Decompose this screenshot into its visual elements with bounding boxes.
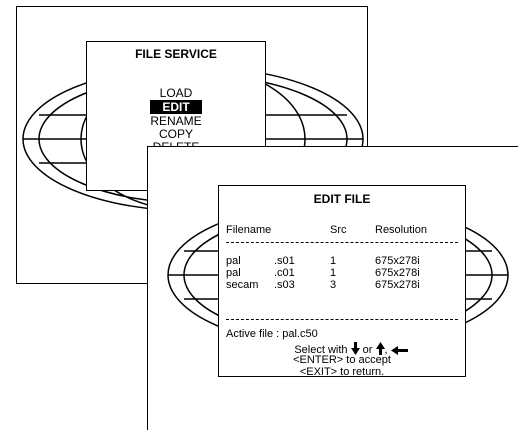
column-header-src: Src (330, 224, 347, 236)
divider (226, 242, 458, 243)
edit-file-title: EDIT FILE (313, 192, 371, 206)
row-src: 3 (330, 279, 337, 291)
menu-item-edit[interactable]: EDIT (87, 100, 265, 114)
enter-hint: <ENTER> to accept (293, 354, 391, 366)
file-service-title: FILE SERVICE (135, 47, 217, 61)
edit-file-dialog: EDIT FILE Filename Src Resolution pal .s… (218, 185, 466, 378)
divider (226, 319, 458, 320)
row-filename: secam (226, 279, 259, 291)
row-resolution: 675x278i (375, 267, 420, 279)
edit-file-screen: EDIT FILE Filename Src Resolution pal .s… (147, 146, 518, 430)
row-filename: pal (226, 255, 241, 267)
row-extension: .s01 (274, 255, 295, 267)
column-header-resolution: Resolution (375, 224, 427, 236)
exit-hint: <EXIT> to return. (299, 366, 385, 378)
column-header-filename: Filename (226, 224, 272, 236)
menu-item-load[interactable]: LOAD (87, 87, 265, 100)
row-resolution: 675x278i (375, 279, 420, 291)
row-filename: pal (226, 267, 241, 279)
row-resolution: 675x278i (375, 255, 420, 267)
row-src: 1 (330, 267, 337, 279)
row-extension: .s03 (274, 279, 295, 291)
row-extension: .c01 (274, 267, 295, 279)
row-src: 1 (330, 255, 337, 267)
active-file-label: Active file : pal.c50 (226, 328, 318, 340)
